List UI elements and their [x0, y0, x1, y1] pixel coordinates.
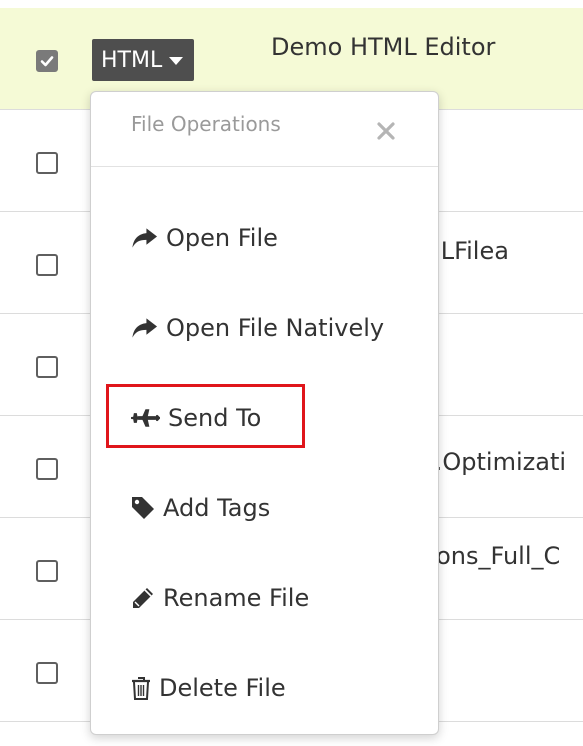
- menu-item-label: Open File Natively: [166, 314, 385, 342]
- menu-item-label: Open File: [166, 224, 278, 252]
- file-name[interactable]: Demo HTML Editor: [271, 33, 495, 61]
- menu-item-open-file[interactable]: Open File: [131, 218, 278, 258]
- row-checkbox[interactable]: [36, 254, 58, 276]
- check-icon: [40, 56, 54, 67]
- caret-down-icon: [169, 57, 184, 65]
- row-checkbox[interactable]: [36, 458, 58, 480]
- file-type-label: HTML: [101, 47, 163, 73]
- row-checkbox[interactable]: [36, 560, 58, 582]
- menu-item-label: Add Tags: [163, 494, 271, 522]
- row-checkbox[interactable]: [36, 356, 58, 378]
- menu-title: File Operations: [131, 112, 281, 136]
- menu-item-label: Send To: [168, 404, 262, 432]
- file-name[interactable]: e.Optimizati: [420, 448, 566, 476]
- menu-item-label: Rename File: [163, 584, 310, 612]
- menu-header: File Operations: [91, 92, 438, 167]
- share-icon: [132, 228, 158, 248]
- menu-item-label: Delete File: [159, 674, 286, 702]
- menu-item-add-tags[interactable]: Add Tags: [131, 488, 270, 528]
- menu-item-delete-file[interactable]: Delete File: [131, 668, 286, 708]
- row-checkbox[interactable]: [36, 152, 58, 174]
- file-name[interactable]: tions_Full_C: [420, 542, 560, 570]
- row-checkbox[interactable]: [36, 50, 58, 72]
- row-checkbox[interactable]: [36, 662, 58, 684]
- menu-item-rename-file[interactable]: Rename File: [131, 578, 309, 618]
- file-type-dropdown[interactable]: HTML: [92, 39, 194, 81]
- plane-icon: [131, 409, 160, 427]
- share-icon: [132, 318, 158, 338]
- pencil-icon: [133, 588, 153, 608]
- close-icon[interactable]: [373, 118, 399, 144]
- tag-icon: [132, 497, 154, 519]
- trash-icon: [132, 677, 150, 700]
- file-operations-menu: File Operations Open File Open File Nati…: [90, 91, 439, 735]
- menu-item-open-file-natively[interactable]: Open File Natively: [131, 308, 384, 348]
- menu-item-send-to[interactable]: Send To: [131, 398, 261, 438]
